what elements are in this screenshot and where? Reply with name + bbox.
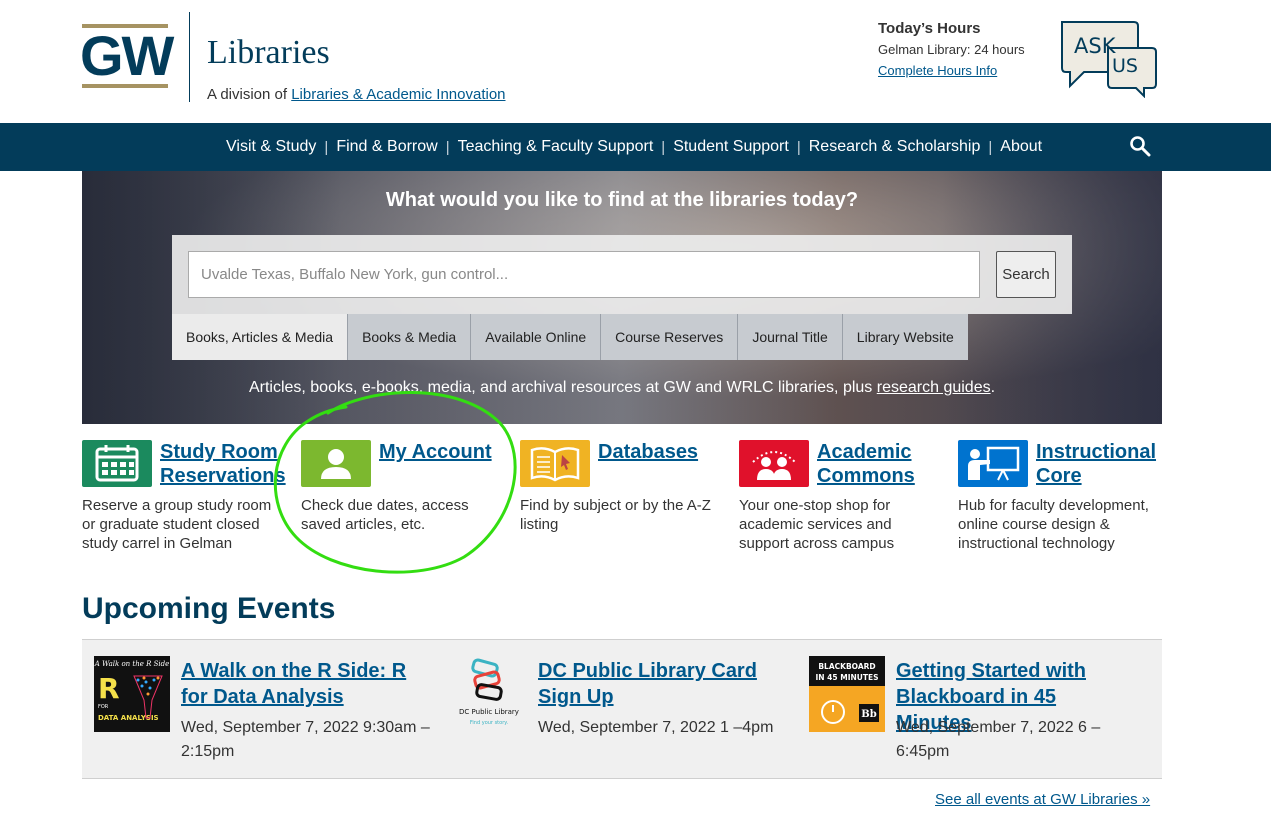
hero-question: What would you like to find at the libra…: [385, 189, 859, 211]
site-header: GW Libraries A division of Libraries & A…: [0, 0, 1271, 123]
calendar-icon[interactable]: [82, 440, 152, 487]
site-title[interactable]: Libraries: [207, 34, 330, 72]
division-line: A division of Libraries & Academic Innov…: [207, 86, 506, 103]
division-prefix: A division of: [207, 86, 288, 103]
main-nav: Visit & Study | Find & Borrow | Teaching &…: [0, 123, 1271, 171]
todays-hours: Today’s Hours Gelman Library: 24 hours C…: [878, 20, 1025, 78]
nav-item-student-support[interactable]: Student Support |: [665, 138, 801, 156]
event-title-link[interactable]: DC Public Library Card Sign Up: [538, 658, 778, 710]
svg-text:FOR: FOR: [98, 704, 109, 710]
annotation-circle: [273, 391, 517, 574]
quick-link-desc: Hub for faculty development, online cour…: [958, 497, 1149, 552]
ask-us-bubble-icon: ASK US: [1061, 21, 1157, 99]
division-link[interactable]: Libraries & Academic Innovation: [291, 86, 505, 103]
bb-thumb-text-line2: IN 45 MINUTES: [816, 673, 879, 682]
us-text: US: [1112, 55, 1138, 77]
r-side-thumbnail[interactable]: A Walk on the R Side R FOR DATA ANALYSIS: [94, 656, 170, 732]
events-panel: A Walk on the R Side R FOR DATA ANALYSIS…: [82, 639, 1162, 779]
tab-course-reserves[interactable]: Course Reserves: [601, 314, 739, 360]
ask-text: ASK: [1074, 34, 1117, 58]
nav-item-label[interactable]: About: [992, 138, 1050, 156]
tab-books-articles-media[interactable]: Books, Articles & Media: [172, 314, 349, 360]
svg-text:A Walk on the R Side: A Walk on the R Side: [94, 660, 169, 668]
nav-item-visit-study[interactable]: Visit & Study |: [218, 138, 328, 156]
nav-item-find-borrow[interactable]: Find & Borrow |: [328, 138, 449, 156]
see-all-events-link[interactable]: See all events at GW Libraries »: [935, 791, 1150, 808]
tab-library-website[interactable]: Library Website: [842, 314, 968, 360]
nav-item-label[interactable]: Teaching & Faculty Support: [450, 138, 662, 156]
search-button[interactable]: Search: [996, 251, 1056, 298]
nav-item-label[interactable]: Find & Borrow: [328, 138, 445, 156]
event-title-link[interactable]: A Walk on the R Side: R for Data Analysi…: [181, 658, 421, 710]
logo-text: GW: [80, 24, 174, 87]
blackboard-thumbnail[interactable]: BLACKBOARD IN 45 MINUTES Bb: [809, 656, 885, 732]
search-tabs: Books, Articles & Media Books & Media Av…: [172, 314, 968, 360]
search-icon[interactable]: [1128, 134, 1152, 158]
quick-link-title[interactable]: Databases: [598, 440, 738, 464]
hero-description: Articles, books, e-books, media, and arc…: [82, 379, 1162, 397]
svg-text:Find your story.: Find your story.: [470, 720, 509, 726]
logo-bar-bottom: [82, 84, 168, 88]
svg-text:R: R: [98, 672, 120, 705]
svg-text:Bb: Bb: [861, 709, 876, 720]
quick-link-desc: Reserve a group study room or graduate s…: [82, 497, 272, 552]
book-icon[interactable]: [520, 440, 590, 487]
nav-item-teaching[interactable]: Teaching & Faculty Support |: [450, 138, 666, 156]
nav-item-research[interactable]: Research & Scholarship |: [801, 138, 993, 156]
group-icon[interactable]: [739, 440, 809, 487]
quick-link-title[interactable]: Academic Commons: [817, 440, 957, 488]
search-input[interactable]: Uvalde Texas, Buffalo New York, gun cont…: [188, 251, 980, 298]
hero-search: What would you like to find at the libra…: [82, 171, 1162, 424]
quick-link-desc: Your one-stop shop for academic services…: [739, 497, 895, 552]
complete-hours-link[interactable]: Complete Hours Info: [878, 63, 1025, 78]
ask-us-button[interactable]: ASK US: [1058, 18, 1160, 99]
nav-item-label[interactable]: Research & Scholarship: [801, 138, 989, 156]
hours-title: Today’s Hours: [878, 20, 981, 37]
nav-item-about[interactable]: About: [992, 138, 1050, 156]
svg-text:DC Public Library: DC Public Library: [459, 708, 519, 716]
header-divider: [189, 12, 190, 102]
bb-thumb-text-line1: BLACKBOARD: [818, 662, 875, 671]
nav-item-label[interactable]: Student Support: [665, 138, 797, 156]
tab-available-online[interactable]: Available Online: [471, 314, 602, 360]
nav-item-label[interactable]: Visit & Study: [218, 138, 324, 156]
quick-link-desc: Find by subject or by the A-Z listing: [520, 497, 711, 533]
quick-link-title[interactable]: Instructional Core: [1036, 440, 1176, 488]
event-date: Wed, September 7, 2022 6 –6:45pm: [896, 719, 1101, 760]
tab-journal-title[interactable]: Journal Title: [738, 314, 843, 360]
hero-description-suffix: .: [990, 379, 996, 396]
events-heading: Upcoming Events: [82, 592, 336, 625]
research-guides-link[interactable]: research guides: [877, 379, 991, 396]
hours-line: Gelman Library: 24 hours: [878, 42, 1025, 57]
tab-books-media[interactable]: Books & Media: [348, 314, 472, 360]
presenter-icon[interactable]: [958, 440, 1028, 487]
gw-logo[interactable]: GW: [80, 24, 174, 90]
dc-public-library-logo[interactable]: DC Public Library Find your story.: [451, 656, 527, 732]
search-panel: Uvalde Texas, Buffalo New York, gun cont…: [172, 235, 1072, 314]
event-date: Wed, September 7, 2022 9:30am –2:15pm: [181, 719, 430, 760]
nav-list: Visit & Study | Find & Borrow | Teaching &…: [218, 123, 1050, 171]
event-date: Wed, September 7, 2022 1 –4pm: [538, 719, 774, 736]
